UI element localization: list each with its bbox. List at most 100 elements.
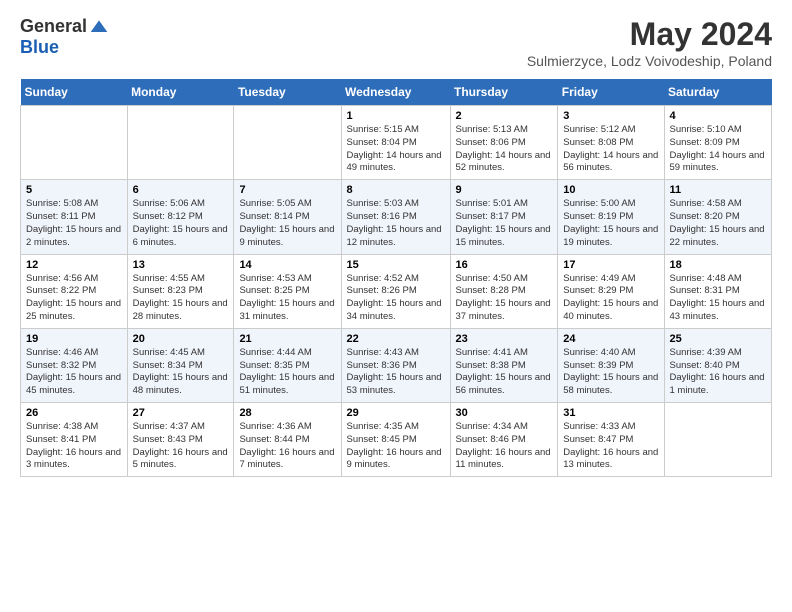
calendar-cell: 4Sunrise: 5:10 AM Sunset: 8:09 PM Daylig… [664,106,772,180]
day-info: Sunrise: 5:15 AM Sunset: 8:04 PM Dayligh… [347,124,445,175]
title-block: May 2024 Sulmierzyce, Lodz Voivodeship, … [527,16,772,69]
calendar-cell: 26Sunrise: 4:38 AM Sunset: 8:41 PM Dayli… [21,403,128,477]
day-info: Sunrise: 4:44 AM Sunset: 8:35 PM Dayligh… [239,347,335,398]
col-header-wednesday: Wednesday [341,79,450,106]
calendar-cell: 3 Sunrise: 5:12 AM Sunset: 8:08 PM Daylig… [558,106,664,180]
day-number: 25 [670,333,767,345]
calendar-cell: 8Sunrise: 5:03 AM Sunset: 8:16 PM Daylig… [341,180,450,254]
calendar-cell: 13 Sunrise: 4:55 AM Sunset: 8:23 PM Dayli… [127,254,234,328]
calendar-cell: 30 Sunrise: 4:34 AM Sunset: 8:46 PM Dayli… [450,403,558,477]
day-info: Sunrise: 4:41 AM Sunset: 8:38 PM Dayligh… [456,347,553,398]
week-row-4: 19 Sunrise: 4:46 AM Sunset: 8:32 PM Dayli… [21,328,772,402]
day-info: Sunrise: 4:40 AM Sunset: 8:39 PM Dayligh… [563,347,658,398]
calendar-cell: 9 Sunrise: 5:01 AM Sunset: 8:17 PM Daylig… [450,180,558,254]
calendar-cell: 20 Sunrise: 4:45 AM Sunset: 8:34 PM Dayli… [127,328,234,402]
day-number: 7 [239,184,335,196]
calendar-cell: 28 Sunrise: 4:36 AM Sunset: 8:44 PM Dayli… [234,403,341,477]
day-info: Sunrise: 4:55 AM Sunset: 8:23 PM Dayligh… [133,273,229,324]
day-number: 2 [456,110,553,122]
day-info: Sunrise: 4:46 AM Sunset: 8:32 PM Dayligh… [26,347,122,398]
day-info: Sunrise: 4:43 AM Sunset: 8:36 PM Dayligh… [347,347,445,398]
day-info: Sunrise: 4:58 AM Sunset: 8:20 PM Dayligh… [670,198,767,249]
day-info: Sunrise: 4:37 AM Sunset: 8:43 PM Dayligh… [133,421,229,472]
calendar-cell [234,106,341,180]
col-header-saturday: Saturday [664,79,772,106]
day-number: 9 [456,184,553,196]
day-info: Sunrise: 5:00 AM Sunset: 8:19 PM Dayligh… [563,198,658,249]
week-row-5: 26Sunrise: 4:38 AM Sunset: 8:41 PM Dayli… [21,403,772,477]
day-info: Sunrise: 5:01 AM Sunset: 8:17 PM Dayligh… [456,198,553,249]
day-number: 28 [239,407,335,419]
day-number: 15 [347,259,445,271]
day-number: 24 [563,333,658,345]
calendar-header-row: SundayMondayTuesdayWednesdayThursdayFrid… [21,79,772,106]
col-header-friday: Friday [558,79,664,106]
day-info: Sunrise: 4:34 AM Sunset: 8:46 PM Dayligh… [456,421,553,472]
calendar-cell: 24 Sunrise: 4:40 AM Sunset: 8:39 PM Dayli… [558,328,664,402]
day-number: 4 [670,110,767,122]
day-number: 1 [347,110,445,122]
calendar-cell [21,106,128,180]
day-number: 5 [26,184,122,196]
day-number: 12 [26,259,122,271]
calendar-cell: 6 Sunrise: 5:06 AM Sunset: 8:12 PM Daylig… [127,180,234,254]
calendar-cell: 21 Sunrise: 4:44 AM Sunset: 8:35 PM Dayli… [234,328,341,402]
calendar-cell [664,403,772,477]
logo-icon [89,17,109,37]
calendar-cell: 29Sunrise: 4:35 AM Sunset: 8:45 PM Dayli… [341,403,450,477]
day-info: Sunrise: 4:35 AM Sunset: 8:45 PM Dayligh… [347,421,445,472]
day-info: Sunrise: 4:36 AM Sunset: 8:44 PM Dayligh… [239,421,335,472]
day-number: 22 [347,333,445,345]
day-number: 20 [133,333,229,345]
day-info: Sunrise: 5:06 AM Sunset: 8:12 PM Dayligh… [133,198,229,249]
location-title: Sulmierzyce, Lodz Voivodeship, Poland [527,53,772,69]
col-header-monday: Monday [127,79,234,106]
day-number: 23 [456,333,553,345]
day-info: Sunrise: 5:08 AM Sunset: 8:11 PM Dayligh… [26,198,122,249]
day-number: 13 [133,259,229,271]
page-header: General Blue May 2024 Sulmierzyce, Lodz … [20,16,772,69]
day-info: Sunrise: 4:49 AM Sunset: 8:29 PM Dayligh… [563,273,658,324]
logo: General Blue [20,16,109,58]
calendar-cell: 25 Sunrise: 4:39 AM Sunset: 8:40 PM Dayli… [664,328,772,402]
col-header-tuesday: Tuesday [234,79,341,106]
calendar-cell: 17 Sunrise: 4:49 AM Sunset: 8:29 PM Dayli… [558,254,664,328]
calendar-cell: 22 Sunrise: 4:43 AM Sunset: 8:36 PM Dayli… [341,328,450,402]
day-number: 3 [563,110,658,122]
day-info: Sunrise: 4:39 AM Sunset: 8:40 PM Dayligh… [670,347,767,398]
day-number: 10 [563,184,658,196]
logo-blue-text: Blue [20,37,59,58]
day-number: 30 [456,407,553,419]
col-header-thursday: Thursday [450,79,558,106]
day-info: Sunrise: 4:56 AM Sunset: 8:22 PM Dayligh… [26,273,122,324]
calendar-table: SundayMondayTuesdayWednesdayThursdayFrid… [20,79,772,477]
week-row-1: 1 Sunrise: 5:15 AM Sunset: 8:04 PM Daylig… [21,106,772,180]
week-row-2: 5 Sunrise: 5:08 AM Sunset: 8:11 PM Daylig… [21,180,772,254]
day-info: Sunrise: 5:05 AM Sunset: 8:14 PM Dayligh… [239,198,335,249]
day-number: 11 [670,184,767,196]
day-info: Sunrise: 4:53 AM Sunset: 8:25 PM Dayligh… [239,273,335,324]
day-number: 17 [563,259,658,271]
day-info: Sunrise: 5:03 AM Sunset: 8:16 PM Dayligh… [347,198,445,249]
day-info: Sunrise: 4:33 AM Sunset: 8:47 PM Dayligh… [563,421,658,472]
calendar-cell: 12 Sunrise: 4:56 AM Sunset: 8:22 PM Dayli… [21,254,128,328]
calendar-cell: 23 Sunrise: 4:41 AM Sunset: 8:38 PM Dayli… [450,328,558,402]
calendar-cell: 11 Sunrise: 4:58 AM Sunset: 8:20 PM Dayli… [664,180,772,254]
month-title: May 2024 [527,16,772,53]
calendar-cell: 27Sunrise: 4:37 AM Sunset: 8:43 PM Dayli… [127,403,234,477]
day-number: 6 [133,184,229,196]
calendar-cell: 5 Sunrise: 5:08 AM Sunset: 8:11 PM Daylig… [21,180,128,254]
day-number: 31 [563,407,658,419]
col-header-sunday: Sunday [21,79,128,106]
calendar-cell: 19 Sunrise: 4:46 AM Sunset: 8:32 PM Dayli… [21,328,128,402]
calendar-cell: 18Sunrise: 4:48 AM Sunset: 8:31 PM Dayli… [664,254,772,328]
day-number: 21 [239,333,335,345]
calendar-cell [127,106,234,180]
calendar-cell: 14Sunrise: 4:53 AM Sunset: 8:25 PM Dayli… [234,254,341,328]
day-info: Sunrise: 4:50 AM Sunset: 8:28 PM Dayligh… [456,273,553,324]
day-number: 19 [26,333,122,345]
day-number: 18 [670,259,767,271]
day-info: Sunrise: 4:45 AM Sunset: 8:34 PM Dayligh… [133,347,229,398]
calendar-cell: 15Sunrise: 4:52 AM Sunset: 8:26 PM Dayli… [341,254,450,328]
day-info: Sunrise: 5:12 AM Sunset: 8:08 PM Dayligh… [563,124,658,175]
